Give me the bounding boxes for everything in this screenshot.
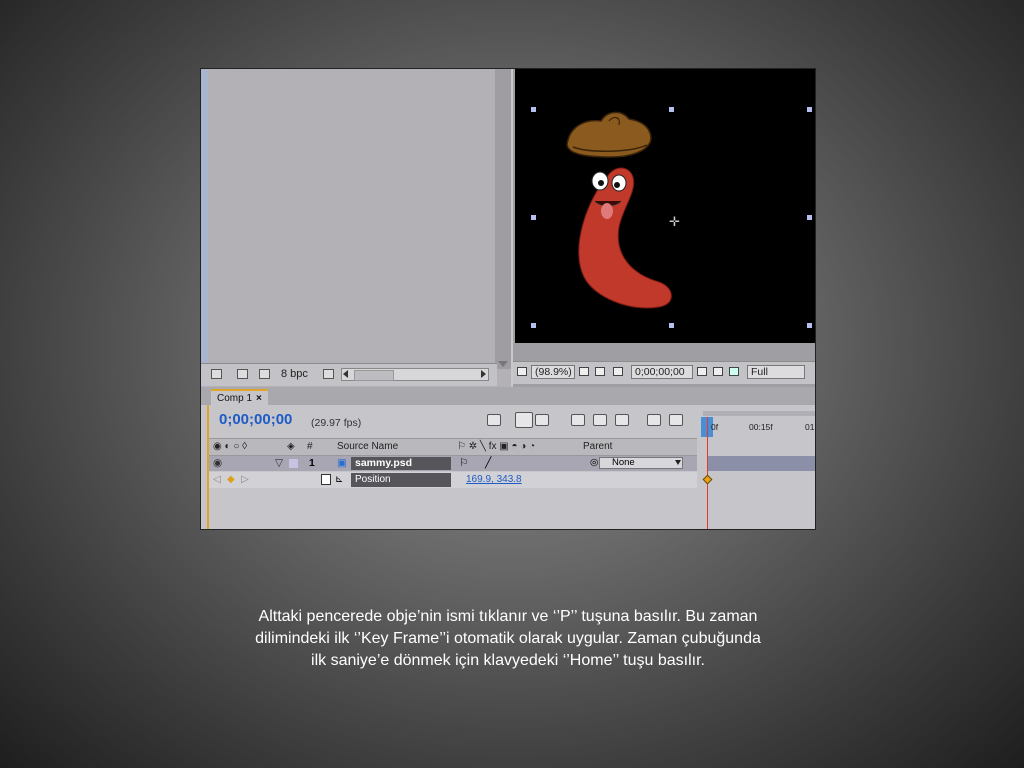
snapshot-icon[interactable]	[517, 367, 527, 376]
bounding-handle[interactable]	[669, 323, 674, 328]
layer-duration-bar[interactable]	[707, 456, 815, 471]
pick-whip-icon[interactable]: ◎	[590, 458, 598, 468]
switches-column-icons[interactable]: ⚐ ✲ ╲ fx ▣ ◓ ◑ ◔	[457, 439, 535, 455]
dropdown-arrow-icon[interactable]	[675, 460, 681, 465]
project-panel: 8 bpc	[201, 69, 511, 387]
caption-line: ilk saniye’e dönmek için klavyedeki ‘’Ho…	[311, 652, 705, 669]
new-folder-icon[interactable]	[237, 369, 248, 379]
property-name[interactable]: Position	[351, 473, 451, 487]
graph-editor-icon[interactable]	[669, 414, 683, 426]
timeline-timecode[interactable]: 0;00;00;00	[219, 411, 292, 428]
bounding-handle[interactable]	[531, 323, 536, 328]
work-area-bar[interactable]	[703, 411, 815, 416]
project-footer-bar: 8 bpc	[201, 363, 497, 386]
ruler-label: 0f	[711, 422, 719, 432]
scroll-right-arrow-icon[interactable]	[481, 370, 486, 378]
zoom-dropdown[interactable]: (98.9%)	[531, 365, 575, 379]
scroll-left-arrow-icon[interactable]	[343, 370, 348, 378]
live-update-icon[interactable]	[487, 414, 501, 426]
after-effects-screenshot: 8 bpc ✛ (98.9%) 0;00;00;00 Full Comp 1 ×…	[200, 68, 816, 530]
parent-column-header: Parent	[583, 441, 613, 452]
hide-shy-layers-icon[interactable]	[571, 414, 585, 426]
graph-toggle-icon[interactable]: ⊾	[335, 472, 343, 488]
parent-value: None	[612, 457, 635, 468]
psd-file-icon: ▣	[337, 457, 347, 469]
bounding-handle[interactable]	[807, 323, 812, 328]
new-composition-icon[interactable]	[259, 369, 270, 379]
position-separator: ,	[491, 474, 494, 485]
bounding-handle[interactable]	[531, 107, 536, 112]
time-ruler[interactable]: 0f 00:15f 01	[701, 411, 815, 447]
camera-snapshot-icon[interactable]	[697, 367, 707, 376]
label-color-swatch[interactable]	[289, 459, 298, 468]
frame-blending-icon[interactable]	[593, 414, 607, 426]
prev-keyframe-icon[interactable]: ◁	[213, 472, 221, 488]
caption-line: dilimindeki ilk ‘’Key Frame’’i otomatik …	[255, 630, 761, 647]
mask-toggle-icon[interactable]	[613, 367, 623, 376]
viewer-footer-bar: (98.9%) 0;00;00;00 Full	[513, 361, 815, 384]
bit-depth-label[interactable]: 8 bpc	[281, 368, 308, 380]
position-x-value[interactable]: 169.9	[466, 474, 491, 485]
project-scrollbar[interactable]	[495, 69, 511, 369]
source-name-column-header[interactable]: Source Name	[337, 439, 398, 455]
show-snapshot-icon[interactable]	[713, 367, 723, 376]
resolution-dropdown[interactable]: Full	[747, 365, 805, 379]
color-channels-icon[interactable]	[729, 367, 739, 376]
frame-rate-label: (29.97 fps)	[311, 417, 362, 429]
motion-blur-icon[interactable]	[615, 414, 629, 426]
close-icon[interactable]: ×	[256, 393, 262, 404]
bounding-handle[interactable]	[807, 215, 812, 220]
label-column-icon[interactable]: ◈	[287, 439, 295, 455]
brainstorm-icon[interactable]	[647, 414, 661, 426]
draft-3d-icon[interactable]	[535, 414, 549, 426]
ruler-label: 00:15f	[749, 422, 773, 432]
ruler-label: 01	[805, 422, 815, 432]
position-value[interactable]: 169.9, 343.8	[466, 472, 522, 488]
quality-switch-icon[interactable]: ╱	[485, 456, 491, 471]
next-keyframe-icon[interactable]: ▷	[241, 472, 249, 488]
grid-toggle-icon[interactable]	[595, 367, 605, 376]
layer-number: 1	[309, 457, 315, 469]
timeline-panel: Comp 1 × 0;00;00;00 (29.97 fps) ◉ ◐ ○ ◊ ◈…	[201, 387, 815, 529]
layer-name[interactable]: sammy.psd	[351, 457, 451, 470]
layer-row[interactable]: ◉ ▽ 1 ▣ sammy.psd ⚐ ╱ ◎ None	[209, 456, 697, 471]
timeline-tab-row: Comp 1 ×	[201, 387, 815, 407]
trash-icon[interactable]	[323, 369, 334, 379]
parent-dropdown[interactable]: ◎ None	[590, 457, 683, 469]
bounding-handle[interactable]	[531, 215, 536, 220]
panel-edge	[201, 69, 208, 387]
add-keyframe-icon[interactable]: ◆	[227, 472, 235, 488]
eye-column-icon[interactable]: ◉ ◐ ○ ◊	[213, 439, 247, 455]
position-y-value[interactable]: 343.8	[497, 474, 522, 485]
caption-line: Alttaki pencerede obje’nin ismi tıklanır…	[258, 608, 758, 625]
layer-column-header: ◉ ◐ ○ ◊ ◈ # Source Name ⚐ ✲ ╲ fx ▣ ◓ ◑ ◔…	[209, 438, 697, 456]
scroll-down-arrow-icon[interactable]	[498, 361, 508, 367]
scroll-thumb[interactable]	[354, 370, 394, 381]
sausage-character-image[interactable]	[559, 107, 679, 317]
bounding-handle[interactable]	[807, 107, 812, 112]
stopwatch-icon[interactable]	[321, 474, 331, 485]
composition-viewer: ✛ (98.9%) 0;00;00;00 Full	[513, 69, 815, 387]
property-row-position[interactable]: ◁ ◆ ▷ ⊾ Position 169.9, 343.8	[209, 472, 697, 488]
tab-label: Comp 1	[217, 393, 253, 404]
expand-twirl-icon[interactable]: ▽	[275, 456, 283, 471]
number-column-header: #	[307, 441, 313, 452]
interpret-footage-icon[interactable]	[211, 369, 222, 379]
collapse-switch-icon[interactable]: ⚐	[459, 456, 468, 471]
timeline-tracks	[701, 456, 815, 529]
composition-canvas[interactable]: ✛	[515, 69, 815, 343]
zoom-dropdown-arrow-icon[interactable]	[579, 367, 589, 376]
viewer-timecode[interactable]: 0;00;00;00	[631, 365, 693, 379]
tab-comp-1[interactable]: Comp 1 ×	[211, 389, 268, 407]
slide-caption: Alttaki pencerede obje’nin ismi tıklanır…	[200, 606, 816, 672]
visibility-eye-icon[interactable]: ◉	[213, 456, 222, 471]
comp-mini-flowchart-icon[interactable]	[515, 412, 533, 428]
project-hscrollbar[interactable]	[341, 368, 489, 381]
